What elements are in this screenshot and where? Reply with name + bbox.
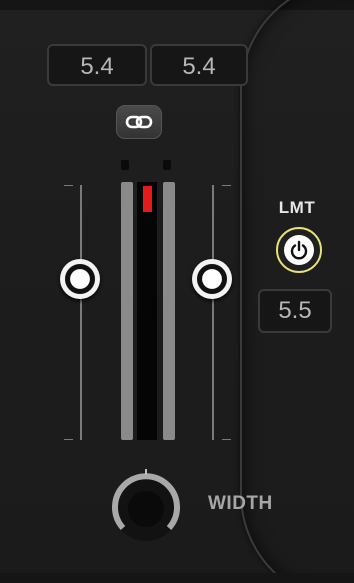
right-slider-thumb[interactable] <box>192 259 232 299</box>
right-channel-value-field[interactable]: 5.4 <box>150 44 248 86</box>
right-slider-track[interactable] <box>212 185 214 440</box>
limiter-power-button[interactable] <box>276 227 322 273</box>
chain-link-icon <box>125 115 153 129</box>
right-level-meter <box>163 182 175 440</box>
width-knob[interactable] <box>106 465 186 545</box>
link-channels-button[interactable] <box>116 105 162 139</box>
limiter-label: LMT <box>278 198 316 217</box>
limiter-value-field[interactable]: 5.5 <box>258 289 332 333</box>
left-slider-tick-bottom <box>64 439 73 440</box>
left-slider-track[interactable] <box>80 185 82 440</box>
left-channel-value-field[interactable]: 5.4 <box>47 44 147 86</box>
right-slider-tick-top <box>222 185 231 186</box>
left-slider-tick-top <box>64 185 73 186</box>
width-limiter-panel: 5.4 5.4 LMT 5.5 WIDTH <box>0 0 354 583</box>
gain-reduction-peak <box>143 186 152 212</box>
power-icon <box>284 235 314 265</box>
left-level-meter <box>121 182 133 440</box>
gain-reduction-meter <box>137 182 157 440</box>
bottom-divider <box>0 573 354 583</box>
right-slider-tick-bottom <box>222 439 231 440</box>
right-meter-clip-indicator <box>163 160 171 170</box>
left-slider-thumb[interactable] <box>60 259 100 299</box>
width-label: WIDTH <box>208 493 273 514</box>
left-meter-clip-indicator <box>121 160 129 170</box>
